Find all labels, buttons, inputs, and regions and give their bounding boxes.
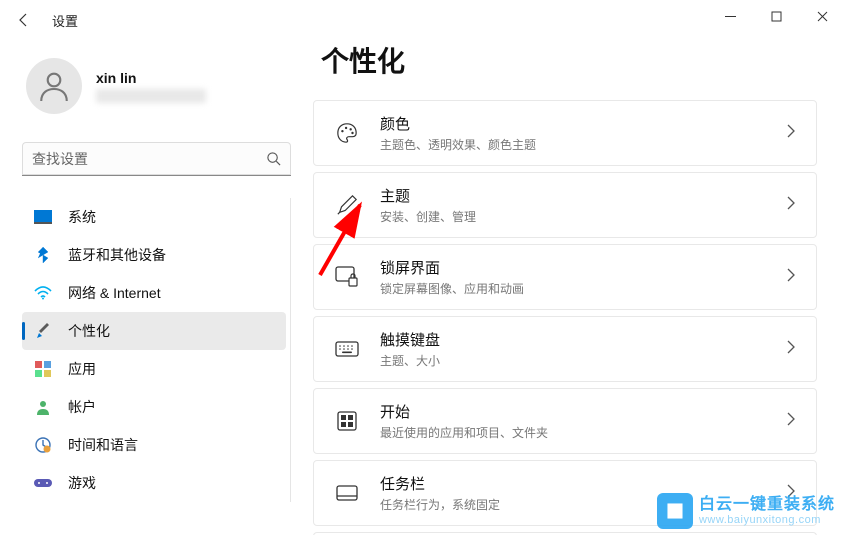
sidebar-item-time-language[interactable]: 时间和语言: [22, 426, 286, 464]
sidebar-item-label: 系统: [68, 207, 96, 227]
profile-block[interactable]: xin lin: [22, 50, 291, 122]
apps-icon: [34, 360, 52, 378]
tile-lock-screen[interactable]: 锁屏界面 锁定屏幕图像、应用和动画: [313, 244, 817, 310]
sidebar-item-bluetooth[interactable]: 蓝牙和其他设备: [22, 236, 286, 274]
minimize-icon: [725, 11, 736, 22]
close-button[interactable]: [799, 0, 845, 32]
search-icon: [266, 151, 281, 166]
chevron-right-icon: [786, 484, 796, 503]
window-controls: [707, 0, 845, 32]
tile-title: 主题: [380, 185, 786, 206]
tile-title: 任务栏: [380, 473, 786, 494]
tile-body: 触摸键盘 主题、大小: [380, 329, 786, 369]
chevron-right-icon: [786, 268, 796, 287]
tile-body: 任务栏 任务栏行为，系统固定: [380, 473, 786, 513]
palette-icon: [334, 120, 360, 146]
start-icon: [334, 408, 360, 434]
sidebar-item-gaming[interactable]: 游戏: [22, 464, 286, 502]
taskbar-icon: [334, 480, 360, 506]
titlebar: 设置: [0, 0, 845, 40]
lock-screen-icon: [334, 264, 360, 290]
tile-subtitle: 任务栏行为，系统固定: [380, 496, 786, 513]
sidebar-item-label: 游戏: [68, 473, 96, 493]
back-button[interactable]: [8, 4, 40, 36]
tile-title: 颜色: [380, 113, 786, 134]
tile-subtitle: 安装、创建、管理: [380, 208, 786, 225]
content-container: xin lin 系统 蓝牙和其他设备 网络 &: [0, 40, 845, 535]
sidebar-item-personalization[interactable]: 个性化: [22, 312, 286, 350]
tile-colors[interactable]: 颜色 主题色、透明效果、颜色主题: [313, 100, 817, 166]
nav-list: 系统 蓝牙和其他设备 网络 & Internet 个性化 应用: [22, 198, 291, 502]
sidebar-item-label: 网络 & Internet: [68, 283, 161, 303]
sidebar-item-label: 时间和语言: [68, 435, 138, 455]
gamepad-icon: [34, 474, 52, 492]
tile-touch-keyboard[interactable]: 触摸键盘 主题、大小: [313, 316, 817, 382]
sidebar: xin lin 系统 蓝牙和其他设备 网络 &: [0, 40, 305, 535]
search-box[interactable]: [22, 142, 291, 176]
brush-icon: [34, 322, 52, 340]
account-icon: [34, 398, 52, 416]
arrow-left-icon: [16, 12, 32, 28]
profile-email-redacted: [96, 89, 206, 103]
tile-subtitle: 主题、大小: [380, 352, 786, 369]
tile-subtitle: 主题色、透明效果、颜色主题: [380, 136, 786, 153]
main-panel: 个性化 颜色 主题色、透明效果、颜色主题 主题 安装、创建、管理: [305, 40, 845, 535]
chevron-right-icon: [786, 124, 796, 143]
search-input[interactable]: [32, 151, 266, 167]
window-title: 设置: [52, 11, 78, 30]
keyboard-icon: [334, 336, 360, 362]
avatar: [26, 58, 82, 114]
tile-body: 锁屏界面 锁定屏幕图像、应用和动画: [380, 257, 786, 297]
display-icon: [34, 208, 52, 226]
maximize-button[interactable]: [753, 0, 799, 32]
tile-title: 锁屏界面: [380, 257, 786, 278]
tile-body: 主题 安装、创建、管理: [380, 185, 786, 225]
sidebar-item-accounts[interactable]: 帐户: [22, 388, 286, 426]
sidebar-item-network[interactable]: 网络 & Internet: [22, 274, 286, 312]
sidebar-item-system[interactable]: 系统: [22, 198, 286, 236]
person-icon: [36, 68, 72, 104]
tile-body: 颜色 主题色、透明效果、颜色主题: [380, 113, 786, 153]
clock-globe-icon: [34, 436, 52, 454]
wifi-icon: [34, 284, 52, 302]
pen-icon: [334, 192, 360, 218]
tile-subtitle: 最近使用的应用和项目、文件夹: [380, 424, 786, 441]
bluetooth-icon: [34, 246, 52, 264]
maximize-icon: [771, 11, 782, 22]
tile-body: 开始 最近使用的应用和项目、文件夹: [380, 401, 786, 441]
tile-title: 开始: [380, 401, 786, 422]
sidebar-item-label: 帐户: [68, 397, 96, 417]
chevron-right-icon: [786, 412, 796, 431]
chevron-right-icon: [786, 340, 796, 359]
sidebar-item-label: 蓝牙和其他设备: [68, 245, 166, 265]
sidebar-item-apps[interactable]: 应用: [22, 350, 286, 388]
profile-name: xin lin: [96, 70, 206, 86]
sidebar-item-label: 应用: [68, 359, 96, 379]
sidebar-item-label: 个性化: [68, 321, 110, 341]
profile-info: xin lin: [96, 70, 206, 103]
tile-taskbar[interactable]: 任务栏 任务栏行为，系统固定: [313, 460, 817, 526]
close-icon: [817, 11, 828, 22]
tile-themes[interactable]: 主题 安装、创建、管理: [313, 172, 817, 238]
tile-title: 触摸键盘: [380, 329, 786, 350]
chevron-right-icon: [786, 196, 796, 215]
tile-subtitle: 锁定屏幕图像、应用和动画: [380, 280, 786, 297]
page-title: 个性化: [321, 40, 817, 80]
settings-window: 设置 xin lin: [0, 0, 845, 535]
minimize-button[interactable]: [707, 0, 753, 32]
tile-start[interactable]: 开始 最近使用的应用和项目、文件夹: [313, 388, 817, 454]
